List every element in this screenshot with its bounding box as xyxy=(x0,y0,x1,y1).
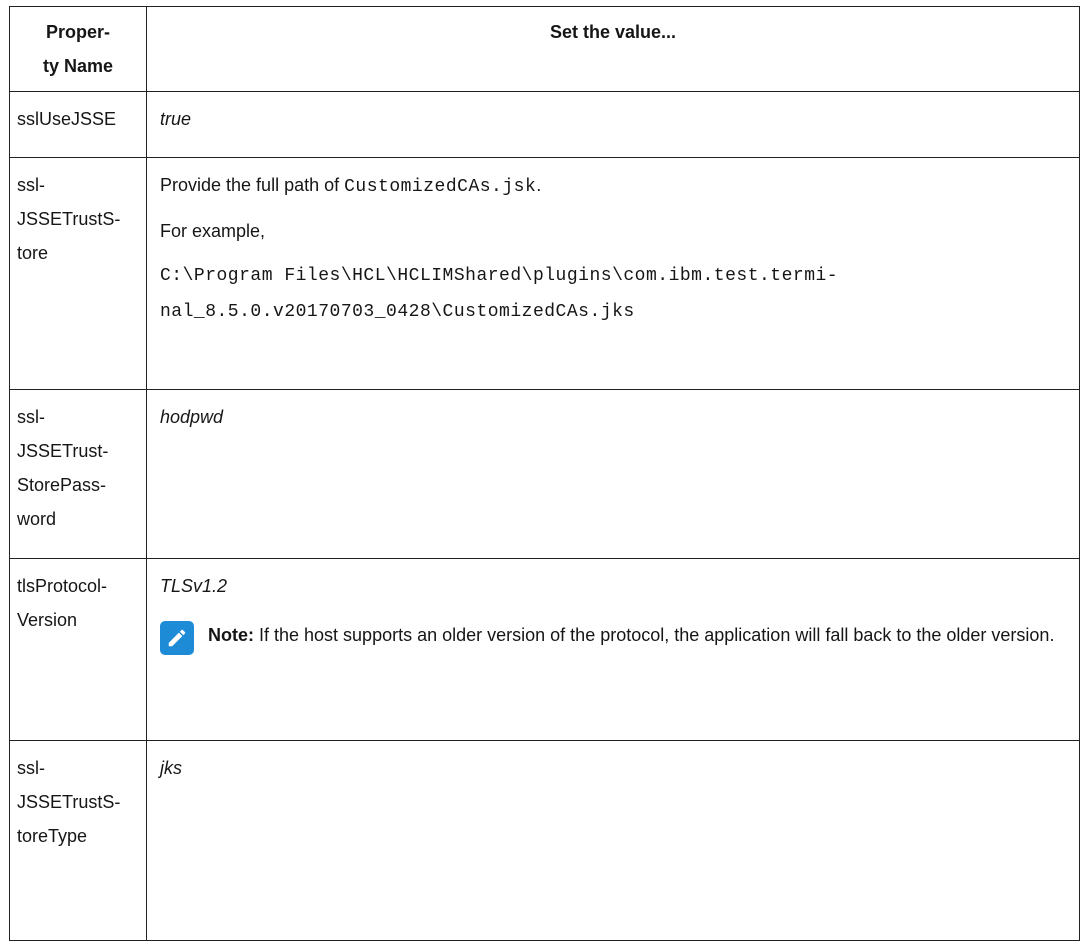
value-prefix: Provide the full path of xyxy=(160,175,345,195)
property-name-line: JSSETrust- xyxy=(17,441,109,461)
header-set-value: Set the value... xyxy=(146,6,1080,92)
property-name-line: JSSETrustS- xyxy=(17,792,121,812)
property-name-line: ssl- xyxy=(17,407,45,427)
example-path: C:\Program Files\HCL\HCLIMShared\plugins… xyxy=(160,258,1067,340)
property-value: true xyxy=(146,91,1080,158)
table-row: ssl- JSSETrustS- toreType jks xyxy=(9,740,1080,941)
property-value: hodpwd xyxy=(146,389,1080,559)
value-code: CustomizedCAs.jsk xyxy=(344,177,537,197)
table-row: ssl- JSSETrustS- tore Provide the full p… xyxy=(9,157,1080,390)
property-name-line: StorePass- xyxy=(17,475,107,495)
header-property-name-line1: Proper- xyxy=(45,22,110,42)
property-name-line: ssl- xyxy=(17,758,45,778)
value-text: true xyxy=(160,109,192,129)
table-row: sslUseJSSE true xyxy=(9,91,1080,158)
value-text: jks xyxy=(160,758,182,778)
example-path-line: C:\Program Files\HCL\HCLIMShared\plugins… xyxy=(160,266,839,286)
property-name: ssl- JSSETrustS- toreType xyxy=(9,740,147,941)
property-name-line: Version xyxy=(17,610,78,630)
value-text: TLSv1.2 xyxy=(160,576,228,596)
property-name-line: tore xyxy=(17,243,49,263)
property-value: Provide the full path of CustomizedCAs.j… xyxy=(146,157,1080,390)
table-row: ssl- JSSETrust- StorePass- word hodpwd xyxy=(9,389,1080,559)
property-name: tlsProtocol- Version xyxy=(9,558,147,741)
table-row: tlsProtocol- Version TLSv1.2 Note: If th… xyxy=(9,558,1080,741)
property-name: ssl- JSSETrustS- tore xyxy=(9,157,147,390)
value-description: Provide the full path of CustomizedCAs.j… xyxy=(160,168,1067,204)
property-value: jks xyxy=(146,740,1080,941)
property-name: sslUseJSSE xyxy=(9,91,147,158)
note-body: If the host supports an older version of… xyxy=(254,625,1055,645)
note-label: Note: xyxy=(208,625,254,645)
header-row: Proper- ty Name Set the value... xyxy=(9,6,1080,92)
property-name-line: toreType xyxy=(17,826,88,846)
value-suffix: . xyxy=(536,175,542,195)
header-property-name-line2: ty Name xyxy=(42,56,114,76)
property-name-line: ssl- xyxy=(17,175,45,195)
example-path-line: nal_8.5.0.v20170703_0428\CustomizedCAs.j… xyxy=(160,302,635,322)
property-name-line: word xyxy=(17,509,57,529)
header-property-name: Proper- ty Name xyxy=(9,6,147,92)
pencil-icon xyxy=(160,621,194,655)
property-name-line: tlsProtocol- xyxy=(17,576,108,596)
property-name-line: JSSETrustS- xyxy=(17,209,121,229)
value-text: hodpwd xyxy=(160,407,224,427)
note-callout: Note: If the host supports an older vers… xyxy=(160,617,1067,655)
properties-table: Proper- ty Name Set the value... sslUseJ… xyxy=(9,6,1080,941)
property-name: ssl- JSSETrust- StorePass- word xyxy=(9,389,147,559)
property-value: TLSv1.2 Note: If the host supports an ol… xyxy=(146,558,1080,741)
example-label: For example, xyxy=(160,221,266,241)
note-text: Note: If the host supports an older vers… xyxy=(208,617,1054,653)
